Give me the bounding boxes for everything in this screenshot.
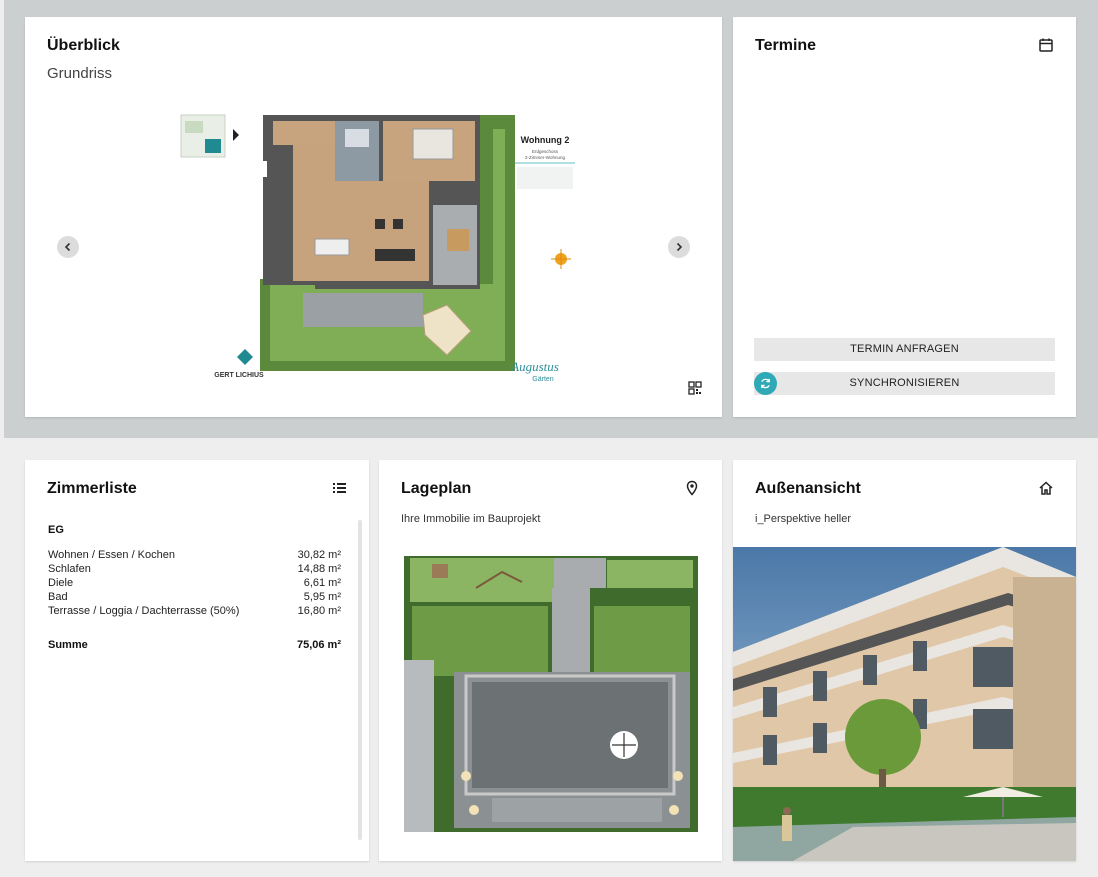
overview-card: Überblick Grundriss Wohnung 2 Erdgeschos… xyxy=(25,17,722,417)
room-name: Schlafen xyxy=(48,563,91,575)
room-area: 16,80 m² xyxy=(297,605,341,617)
floor-plan-image[interactable]: Wohnung 2 Erdgeschoss 2-Zimmer-Wohnung G… xyxy=(175,109,575,384)
logo-gert-lichius: GERT LICHIUS xyxy=(214,372,264,379)
sum-label: Summe xyxy=(48,639,88,651)
room-name: Bad xyxy=(48,591,68,603)
site-plan-title: Lageplan xyxy=(401,480,472,497)
overview-title: Überblick xyxy=(47,37,120,54)
prev-image-button[interactable] xyxy=(57,236,79,258)
room-row: Bad 5,95 m² xyxy=(48,590,341,604)
site-plan-card: Lageplan Ihre Immobilie im Bauprojekt xyxy=(379,460,722,861)
room-area: 5,95 m² xyxy=(303,591,341,603)
plan-apartment-title: Wohnung 2 xyxy=(521,135,570,145)
sum-value: 75,06 m² xyxy=(296,639,341,651)
room-sum-row: Summe 75,06 m² xyxy=(48,639,341,651)
qr-code-icon[interactable] xyxy=(688,381,702,395)
room-name: Wohnen / Essen / Kochen xyxy=(48,549,175,561)
exterior-view-card: Außenansicht i_Perspektive heller xyxy=(733,460,1076,861)
site-plan-image[interactable] xyxy=(402,550,700,833)
home-icon xyxy=(1039,481,1053,495)
room-list-card: Zimmerliste EG Wohnen / Essen / Kochen 30… xyxy=(25,460,369,861)
room-area: 14,88 m² xyxy=(297,563,341,575)
plan-type-caption: 2-Zimmer-Wohnung xyxy=(525,155,565,160)
room-list-title: Zimmerliste xyxy=(47,480,137,497)
next-image-button[interactable] xyxy=(668,236,690,258)
site-plan-subtitle: Ihre Immobilie im Bauprojekt xyxy=(401,513,541,525)
room-name: Diele xyxy=(48,577,74,589)
synchronize-label: SYNCHRONISIEREN xyxy=(849,377,960,389)
room-row: Schlafen 14,88 m² xyxy=(48,562,341,576)
room-area: 6,61 m² xyxy=(303,577,341,589)
room-row: Terrasse / Loggia / Dachterrasse (50%) 16… xyxy=(48,604,341,618)
list-icon xyxy=(333,483,346,493)
scrollbar[interactable] xyxy=(358,520,362,840)
room-area: 30,82 m² xyxy=(297,549,341,561)
floor-section-label: EG xyxy=(48,524,64,536)
room-name: Terrasse / Loggia / Dachterrasse (50%) xyxy=(48,605,240,617)
logo-gaerten: Gärten xyxy=(532,376,554,383)
synchronize-button[interactable]: SYNCHRONISIEREN xyxy=(754,372,1055,395)
sync-icon xyxy=(754,372,777,395)
plan-floor-caption: Erdgeschoss xyxy=(532,149,559,154)
chevron-right-icon xyxy=(676,242,683,252)
room-row: Diele 6,61 m² xyxy=(48,576,341,590)
room-list: Wohnen / Essen / Kochen 30,82 m² Schlafen… xyxy=(48,548,341,618)
room-row: Wohnen / Essen / Kochen 30,82 m² xyxy=(48,548,341,562)
calendar-icon xyxy=(1039,38,1053,52)
logo-augustus: Augustus xyxy=(510,359,559,374)
exterior-view-title: Außenansicht xyxy=(755,480,861,497)
exterior-view-subtitle: i_Perspektive heller xyxy=(755,513,851,525)
location-pin-icon xyxy=(686,480,698,496)
overview-subtitle: Grundriss xyxy=(47,65,113,82)
exterior-render-image[interactable] xyxy=(733,547,1076,861)
chevron-left-icon xyxy=(64,242,71,252)
appointments-card: Termine TERMIN ANFRAGEN SYNCHRONISIEREN xyxy=(733,17,1076,417)
appointments-title: Termine xyxy=(755,37,817,54)
request-appointment-button[interactable]: TERMIN ANFRAGEN xyxy=(754,338,1055,361)
